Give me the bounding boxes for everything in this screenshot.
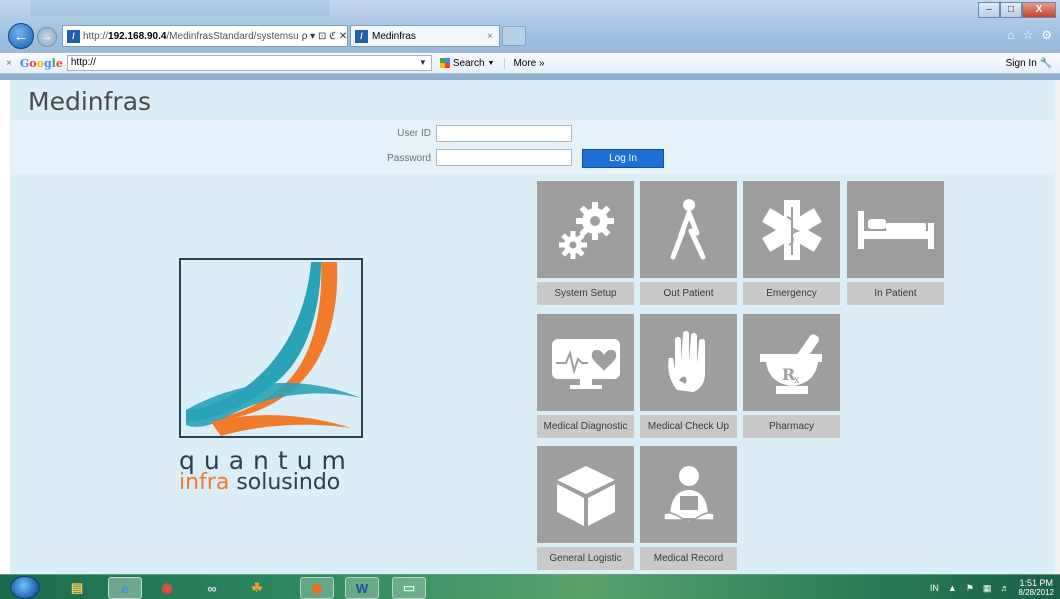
mortar-pestle-rx-icon: R x [743, 314, 840, 411]
navigation-bar: ← → / http://192.168.90.4/MedinfrasStand… [0, 20, 1060, 52]
module-out-patient[interactable]: Out Patient [640, 181, 737, 305]
module-general-logistic[interactable]: General Logistic [537, 446, 634, 570]
language-indicator[interactable]: IN [930, 583, 939, 593]
chrome-icon[interactable]: ◉ [150, 577, 184, 599]
tab-medinfras[interactable]: / Medinfras × [350, 25, 500, 47]
vertical-scrollbar[interactable] [1055, 80, 1060, 574]
google-logo: Google [19, 56, 63, 70]
settings-gear-icon[interactable]: ⚙ [1041, 28, 1052, 42]
wrench-icon: 🔧 [1039, 57, 1052, 69]
module-label: Medical Diagnostic [537, 415, 634, 438]
paint-icon[interactable]: ☘ [240, 577, 274, 599]
module-medical-diagnostic[interactable]: Medical Diagnostic [537, 314, 634, 438]
address-tools[interactable]: ρ ▾ ⊡ ℭ ✕ [302, 31, 347, 42]
company-logo [179, 258, 363, 438]
more-button[interactable]: More » [504, 57, 545, 69]
module-label: Pharmacy [743, 415, 840, 438]
module-label: Out Patient [640, 282, 737, 305]
box-icon [537, 446, 634, 543]
module-medical-check-up[interactable]: Medical Check Up [640, 314, 737, 438]
new-tab-button[interactable] [502, 26, 526, 46]
back-button[interactable]: ← [8, 23, 34, 49]
system-tray: IN ▲ ⚑ ▦ ♬ 1:51 PM 8/28/2012 [930, 578, 1054, 598]
tab-close-icon[interactable]: × [487, 31, 493, 42]
forward-button[interactable]: → [37, 27, 57, 47]
flag-icon[interactable]: ⚑ [966, 583, 974, 594]
quantum-logo-icon [186, 262, 361, 436]
svg-text:x: x [794, 375, 800, 386]
module-pharmacy[interactable]: R x Pharmacy [743, 314, 840, 438]
module-system-setup[interactable]: System Setup [537, 181, 634, 305]
module-label: Emergency [743, 282, 840, 305]
network-tray-icon[interactable]: ▦ [983, 583, 992, 594]
ie-icon[interactable]: e [108, 577, 142, 599]
person-record-icon [640, 446, 737, 543]
heart-monitor-icon [537, 314, 634, 411]
module-label: Medical Check Up [640, 415, 737, 438]
address-url[interactable]: http://192.168.90.4/MedinfrasStandard/sy… [83, 31, 299, 42]
file-manager-icon[interactable]: ▤ [60, 577, 94, 599]
site-favicon-icon: / [355, 29, 368, 43]
module-in-patient[interactable]: In Patient [847, 181, 944, 305]
google-search-input[interactable]: http:// ▼ [66, 55, 432, 71]
google-toolbar: × Google http:// ▼ Search ▼ More » Sign … [0, 52, 1060, 74]
module-medical-record[interactable]: Medical Record [640, 446, 737, 570]
app-window-icon[interactable]: ▭ [392, 577, 426, 599]
close-window-button[interactable]: X [1022, 2, 1056, 18]
maximize-button[interactable]: □ [1000, 2, 1022, 18]
favorites-star-icon[interactable]: ☆ [1022, 28, 1033, 42]
password-field[interactable] [436, 149, 572, 166]
google-search-button[interactable]: Search ▼ [439, 58, 495, 69]
logo-infra-solusindo-text: infra solusindo [179, 470, 341, 495]
firefox-icon[interactable]: ◉ [300, 577, 334, 599]
browser-chrome: – □ X ← → / http://192.168.90.4/Medinfra… [0, 0, 1060, 80]
password-label: Password [387, 153, 431, 164]
walking-person-icon [640, 181, 737, 278]
login-button[interactable]: Log In [582, 149, 664, 168]
network-icon[interactable]: ∞ [195, 577, 229, 599]
module-label: In Patient [847, 282, 944, 305]
chevron-down-icon[interactable]: ▼ [419, 56, 427, 70]
hospital-bed-icon [847, 181, 944, 278]
window-controls: – □ X [978, 2, 1056, 18]
toolbar-close-icon[interactable]: × [6, 58, 12, 69]
address-bar[interactable]: / http://192.168.90.4/MedinfrasStandard/… [62, 25, 348, 47]
minimize-button[interactable]: – [978, 2, 1000, 18]
volume-icon[interactable]: ♬ [1000, 583, 1009, 593]
show-hidden-icons-icon[interactable]: ▲ [948, 583, 957, 593]
site-favicon-icon: / [67, 29, 80, 43]
page-content: Medinfras User ID Password Log In quantu… [10, 80, 1055, 574]
login-form: User ID Password Log In [10, 120, 1055, 175]
windows-taskbar: ▤ e ◉ ∞ ☘ ◉ W ▭ IN ▲ ⚑ ▦ ♬ 1:51 PM 8/28/… [0, 574, 1060, 599]
clock[interactable]: 1:51 PM 8/28/2012 [1018, 578, 1054, 598]
tab-title: Medinfras [372, 30, 416, 42]
start-button[interactable] [10, 576, 40, 599]
module-label: General Logistic [537, 547, 634, 570]
chevron-down-icon: ▼ [487, 59, 495, 67]
user-id-label: User ID [397, 128, 431, 139]
module-label: System Setup [537, 282, 634, 305]
browser-right-icons: ⌂ ☆ ⚙ [1007, 28, 1052, 42]
module-label: Medical Record [640, 547, 737, 570]
home-icon[interactable]: ⌂ [1007, 28, 1014, 42]
word-icon[interactable]: W [345, 577, 379, 599]
page-title: Medinfras [28, 87, 152, 116]
google-search-icon [439, 58, 450, 68]
page-header: Medinfras [10, 80, 1055, 120]
hand-icon [640, 314, 737, 411]
module-emergency[interactable]: Emergency [743, 181, 840, 305]
sign-in-link[interactable]: Sign In 🔧 [1006, 58, 1052, 69]
gears-icon [537, 181, 634, 278]
user-id-field[interactable] [436, 125, 572, 142]
titlebar-tab-strip [30, 0, 330, 16]
star-of-life-icon [743, 181, 840, 278]
arrow-right-icon: → [41, 31, 53, 43]
arrow-left-icon: ← [13, 27, 29, 45]
